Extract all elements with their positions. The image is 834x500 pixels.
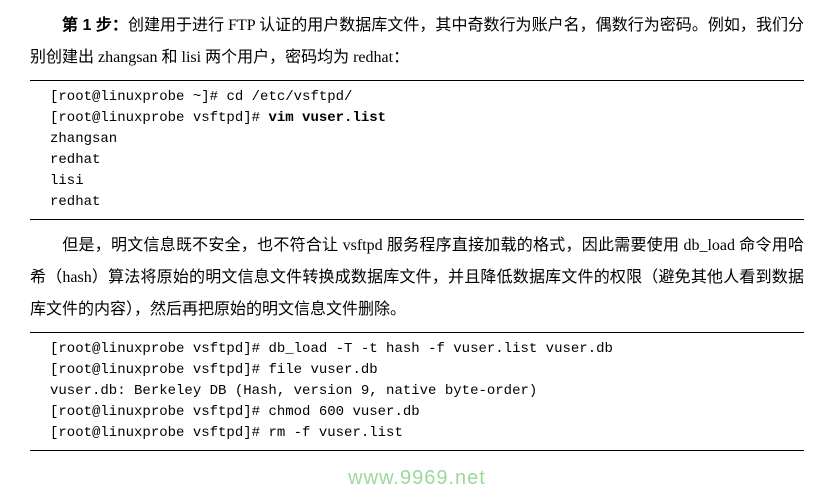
para2-text: 但是，明文信息既不安全，也不符合让 vsftpd 服务程序直接加载的格式，因此需…: [30, 237, 804, 318]
code1-line2-prompt: [root@linuxprobe vsftpd]#: [50, 110, 268, 126]
code-block-2: [root@linuxprobe vsftpd]# db_load -T -t …: [30, 332, 804, 451]
code2-line1-cmd: db_load -T -t hash -f vuser.list vuser.d…: [268, 341, 612, 357]
code2-line3: vuser.db: Berkeley DB (Hash, version 9, …: [50, 383, 537, 399]
code2-line2-cmd: file vuser.db: [268, 362, 377, 378]
para1-text: 创建用于进行 FTP 认证的用户数据库文件，其中奇数行为账户名，偶数行为密码。例…: [30, 17, 804, 66]
code1-line5: lisi: [50, 173, 84, 189]
code1-line1-prompt: [root@linuxprobe ~]#: [50, 89, 226, 105]
code2-line2-prompt: [root@linuxprobe vsftpd]#: [50, 362, 268, 378]
code2-line4-prompt: [root@linuxprobe vsftpd]#: [50, 404, 268, 420]
code1-line4: redhat: [50, 152, 100, 168]
para-2: 但是，明文信息既不安全，也不符合让 vsftpd 服务程序直接加载的格式，因此需…: [30, 230, 804, 326]
step-label: 第 1 步：: [62, 17, 128, 34]
code1-line1-cmd: cd /etc/vsftpd/: [226, 89, 352, 105]
code1-line3: zhangsan: [50, 131, 117, 147]
code-block-1: [root@linuxprobe ~]# cd /etc/vsftpd/ [ro…: [30, 80, 804, 220]
step-1-paragraph: 第 1 步：创建用于进行 FTP 认证的用户数据库文件，其中奇数行为账户名，偶数…: [30, 10, 804, 74]
code1-line6: redhat: [50, 194, 100, 210]
code2-line1-prompt: [root@linuxprobe vsftpd]#: [50, 341, 268, 357]
code2-line5-cmd: rm -f vuser.list: [268, 425, 402, 441]
code1-line2-cmd: vim vuser.list: [268, 110, 386, 126]
code2-line5-prompt: [root@linuxprobe vsftpd]#: [50, 425, 268, 441]
code2-line4-cmd: chmod 600 vuser.db: [268, 404, 419, 420]
watermark: www.9969.net: [348, 467, 486, 490]
